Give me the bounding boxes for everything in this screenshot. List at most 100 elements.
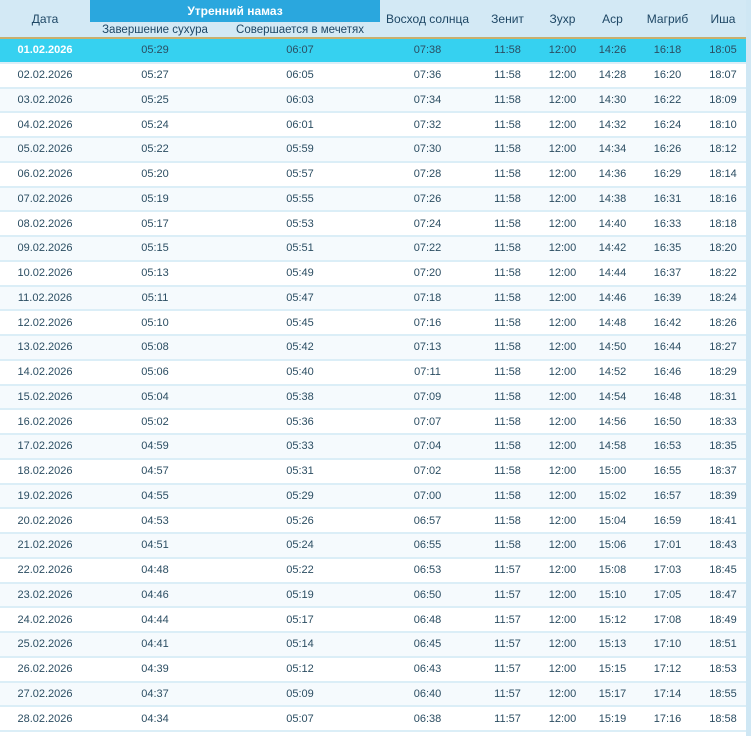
cell-zuhr: 12:00 <box>540 532 586 558</box>
cell-date: 14.02.2026 <box>0 358 90 385</box>
cell-zuhr: 12:00 <box>540 86 586 113</box>
table-row[interactable]: 12.02.2026 05:10 05:45 07:16 11:58 12:00… <box>0 309 751 335</box>
table-row[interactable]: 25.02.2026 04:41 05:14 06:45 11:57 12:00… <box>0 631 751 657</box>
cell-maghrib: 16:24 <box>640 111 696 137</box>
cell-maghrib: 16:46 <box>640 358 696 385</box>
cell-zenith: 11:57 <box>475 655 541 682</box>
cell-mosque-time: 05:29 <box>220 482 381 509</box>
cell-mosque-time: 05:47 <box>220 284 381 311</box>
table-body: 01.02.2026 05:29 06:07 07:38 11:58 12:00… <box>0 37 751 732</box>
table-row[interactable]: 28.02.2026 04:34 05:07 06:38 11:57 12:00… <box>0 705 751 732</box>
cell-isha: 18:22 <box>695 259 751 286</box>
table-row[interactable]: 17.02.2026 04:59 05:33 07:04 11:58 12:00… <box>0 433 751 459</box>
table-row[interactable]: 26.02.2026 04:39 05:12 06:43 11:57 12:00… <box>0 655 751 682</box>
cell-asr: 14:48 <box>585 309 641 335</box>
cell-mosque-time: 05:42 <box>220 334 381 360</box>
cell-isha: 18:43 <box>695 532 751 558</box>
cell-sunrise: 07:18 <box>380 284 476 311</box>
cell-sunrise: 07:00 <box>380 482 476 509</box>
cell-date: 10.02.2026 <box>0 259 90 286</box>
cell-mosque-time: 05:59 <box>220 136 381 162</box>
cell-asr: 14:34 <box>585 136 641 162</box>
cell-maghrib: 16:50 <box>640 408 696 434</box>
table-row[interactable]: 19.02.2026 04:55 05:29 07:00 11:58 12:00… <box>0 482 751 509</box>
cell-isha: 18:49 <box>695 606 751 632</box>
table-row[interactable]: 04.02.2026 05:24 06:01 07:32 11:58 12:00… <box>0 111 751 137</box>
table-row[interactable]: 22.02.2026 04:48 05:22 06:53 11:57 12:00… <box>0 556 751 583</box>
table-row[interactable]: 06.02.2026 05:20 05:57 07:28 11:58 12:00… <box>0 160 751 187</box>
table-row[interactable]: 07.02.2026 05:19 05:55 07:26 11:58 12:00… <box>0 185 751 212</box>
table-row[interactable]: 20.02.2026 04:53 05:26 06:57 11:58 12:00… <box>0 507 751 533</box>
cell-suhoor-end: 04:46 <box>90 581 220 608</box>
cell-zuhr: 12:00 <box>540 556 586 583</box>
cell-zuhr: 12:00 <box>540 358 586 385</box>
cell-maghrib: 16:44 <box>640 334 696 360</box>
table-row[interactable]: 24.02.2026 04:44 05:17 06:48 11:57 12:00… <box>0 606 751 632</box>
cell-zenith: 11:57 <box>475 581 541 608</box>
cell-sunrise: 06:48 <box>380 606 476 632</box>
table-row[interactable]: 09.02.2026 05:15 05:51 07:22 11:58 12:00… <box>0 235 751 261</box>
cell-isha: 18:31 <box>695 383 751 410</box>
cell-mosque-time: 06:03 <box>220 86 381 113</box>
cell-suhoor-end: 04:57 <box>90 457 220 484</box>
cell-date: 07.02.2026 <box>0 185 90 212</box>
cell-zuhr: 12:00 <box>540 334 586 360</box>
right-edge-strip <box>746 0 751 736</box>
cell-date: 05.02.2026 <box>0 136 90 162</box>
table-row[interactable]: 23.02.2026 04:46 05:19 06:50 11:57 12:00… <box>0 581 751 608</box>
table-row[interactable]: 11.02.2026 05:11 05:47 07:18 11:58 12:00… <box>0 284 751 311</box>
table-row[interactable]: 18.02.2026 04:57 05:31 07:02 11:58 12:00… <box>0 457 751 484</box>
table-row[interactable]: 02.02.2026 05:27 06:05 07:36 11:58 12:00… <box>0 61 751 88</box>
cell-suhoor-end: 05:19 <box>90 185 220 212</box>
cell-sunrise: 07:22 <box>380 235 476 261</box>
cell-mosque-time: 05:38 <box>220 383 381 410</box>
cell-suhoor-end: 04:34 <box>90 705 220 732</box>
cell-isha: 18:41 <box>695 507 751 533</box>
cell-sunrise: 06:45 <box>380 631 476 657</box>
cell-mosque-time: 05:51 <box>220 235 381 261</box>
cell-mosque-time: 05:49 <box>220 259 381 286</box>
table-row[interactable]: 03.02.2026 05:25 06:03 07:34 11:58 12:00… <box>0 86 751 113</box>
cell-maghrib: 17:16 <box>640 705 696 732</box>
cell-sunrise: 07:34 <box>380 86 476 113</box>
table-row[interactable]: 15.02.2026 05:04 05:38 07:09 11:58 12:00… <box>0 383 751 410</box>
cell-zenith: 11:57 <box>475 631 541 657</box>
table-row[interactable]: 14.02.2026 05:06 05:40 07:11 11:58 12:00… <box>0 358 751 385</box>
cell-maghrib: 17:03 <box>640 556 696 583</box>
table-row[interactable]: 10.02.2026 05:13 05:49 07:20 11:58 12:00… <box>0 259 751 286</box>
cell-asr: 15:17 <box>585 680 641 707</box>
table-row[interactable]: 27.02.2026 04:37 05:09 06:40 11:57 12:00… <box>0 680 751 707</box>
cell-suhoor-end: 04:59 <box>90 433 220 459</box>
cell-maghrib: 17:14 <box>640 680 696 707</box>
cell-sunrise: 07:30 <box>380 136 476 162</box>
cell-maghrib: 16:53 <box>640 433 696 459</box>
table-row[interactable]: 05.02.2026 05:22 05:59 07:30 11:58 12:00… <box>0 136 751 162</box>
cell-sunrise: 06:38 <box>380 705 476 732</box>
table-row[interactable]: 21.02.2026 04:51 05:24 06:55 11:58 12:00… <box>0 532 751 558</box>
cell-asr: 14:54 <box>585 383 641 410</box>
cell-zenith: 11:58 <box>475 309 541 335</box>
cell-sunrise: 07:13 <box>380 334 476 360</box>
table-row[interactable]: 01.02.2026 05:29 06:07 07:38 11:58 12:00… <box>0 37 751 63</box>
cell-suhoor-end: 05:02 <box>90 408 220 434</box>
cell-suhoor-end: 05:11 <box>90 284 220 311</box>
cell-suhoor-end: 04:41 <box>90 631 220 657</box>
cell-isha: 18:33 <box>695 408 751 434</box>
cell-zuhr: 12:00 <box>540 185 586 212</box>
table-row[interactable]: 13.02.2026 05:08 05:42 07:13 11:58 12:00… <box>0 334 751 360</box>
cell-isha: 18:07 <box>695 61 751 88</box>
cell-mosque-time: 05:22 <box>220 556 381 583</box>
cell-maghrib: 16:55 <box>640 457 696 484</box>
cell-maghrib: 16:42 <box>640 309 696 335</box>
cell-zuhr: 12:00 <box>540 433 586 459</box>
cell-zuhr: 12:00 <box>540 309 586 335</box>
cell-maghrib: 16:33 <box>640 210 696 236</box>
cell-mosque-time: 05:55 <box>220 185 381 212</box>
col-header-date: Дата <box>0 0 90 38</box>
cell-zuhr: 12:00 <box>540 259 586 286</box>
table-row[interactable]: 08.02.2026 05:17 05:53 07:24 11:58 12:00… <box>0 210 751 236</box>
table-header: Дата Утренний намаз Восход солнца Зенит … <box>0 0 751 38</box>
cell-isha: 18:12 <box>695 136 751 162</box>
cell-asr: 15:15 <box>585 655 641 682</box>
table-row[interactable]: 16.02.2026 05:02 05:36 07:07 11:58 12:00… <box>0 408 751 434</box>
